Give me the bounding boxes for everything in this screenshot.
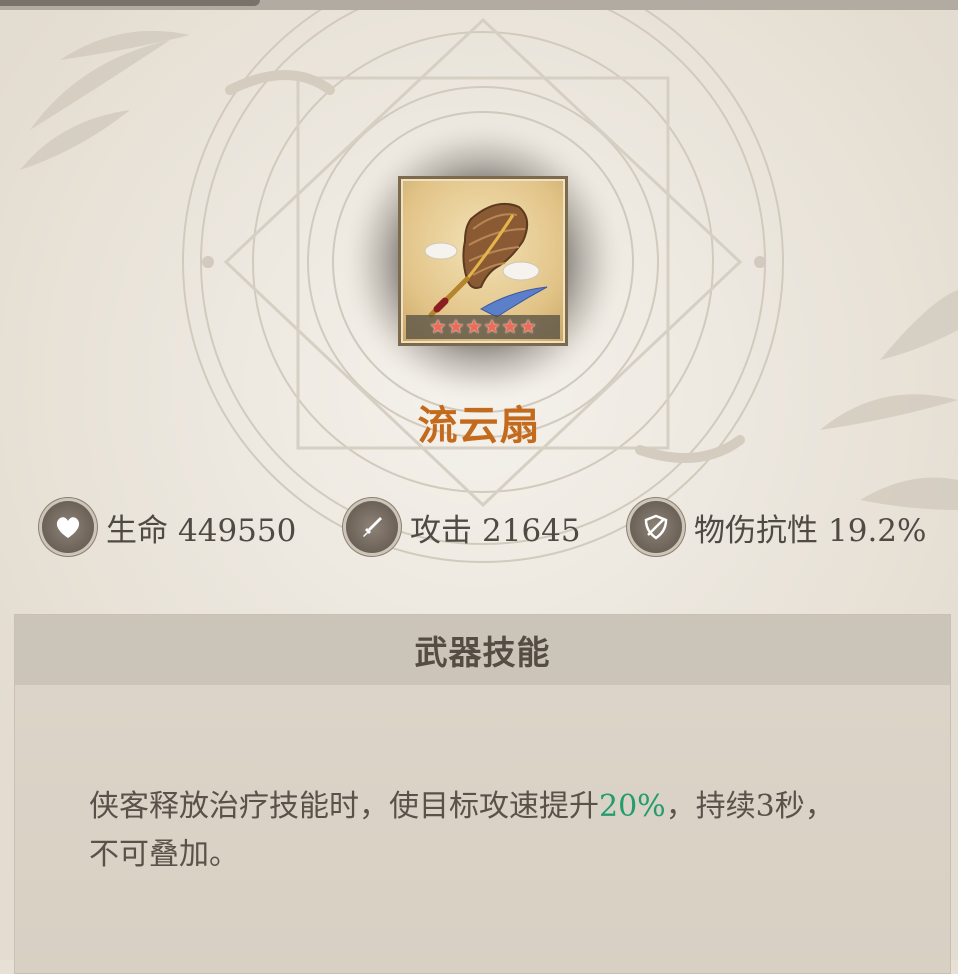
weapon-item-slot[interactable]: ★ ★ ★ ★ ★ ★ bbox=[398, 176, 568, 346]
rarity-star: ★ bbox=[483, 315, 501, 338]
rarity-star: ★ bbox=[429, 315, 447, 338]
skill-description: 侠客释放治疗技能时，使目标攻速提升20%，持续3秒， 不可叠加。 bbox=[89, 783, 889, 879]
skill-desc-text: 侠客释放治疗技能时，使目标攻速提升 bbox=[89, 789, 599, 824]
skill-desc-highlight: 20% bbox=[599, 789, 666, 824]
shield-slash-icon bbox=[630, 501, 682, 553]
rarity-stars: ★ ★ ★ ★ ★ ★ bbox=[406, 315, 560, 339]
item-name: 流云扇 bbox=[417, 402, 541, 449]
rarity-star: ★ bbox=[519, 315, 537, 338]
skill-desc-text: 不可叠加。 bbox=[89, 837, 239, 872]
skill-title: 武器技能 bbox=[414, 633, 551, 672]
stat-label: 生命 bbox=[106, 512, 168, 549]
stat-value: 21645 bbox=[482, 512, 581, 549]
stat-hp: 生命 449550 bbox=[42, 498, 296, 556]
rarity-star: ★ bbox=[447, 315, 465, 338]
stat-label: 物伤抗性 bbox=[694, 512, 818, 549]
weapon-skill-panel: 武器技能 侠客释放治疗技能时，使目标攻速提升20%，持续3秒， 不可叠加。 bbox=[14, 614, 951, 974]
skill-panel-header: 武器技能 bbox=[15, 615, 950, 685]
stat-physical-resist: 物伤抗性 19.2% bbox=[630, 498, 926, 556]
skill-desc-text: ，持续3秒， bbox=[665, 789, 835, 824]
rarity-star: ★ bbox=[465, 315, 483, 338]
top-divider bbox=[0, 0, 958, 10]
heart-icon bbox=[42, 501, 94, 553]
stat-label: 攻击 bbox=[410, 512, 472, 549]
stat-attack: 攻击 21645 bbox=[346, 498, 581, 556]
dagger-icon bbox=[346, 501, 398, 553]
stat-value: 19.2% bbox=[828, 512, 927, 549]
stat-value: 449550 bbox=[178, 512, 297, 549]
rarity-star: ★ bbox=[501, 315, 519, 338]
